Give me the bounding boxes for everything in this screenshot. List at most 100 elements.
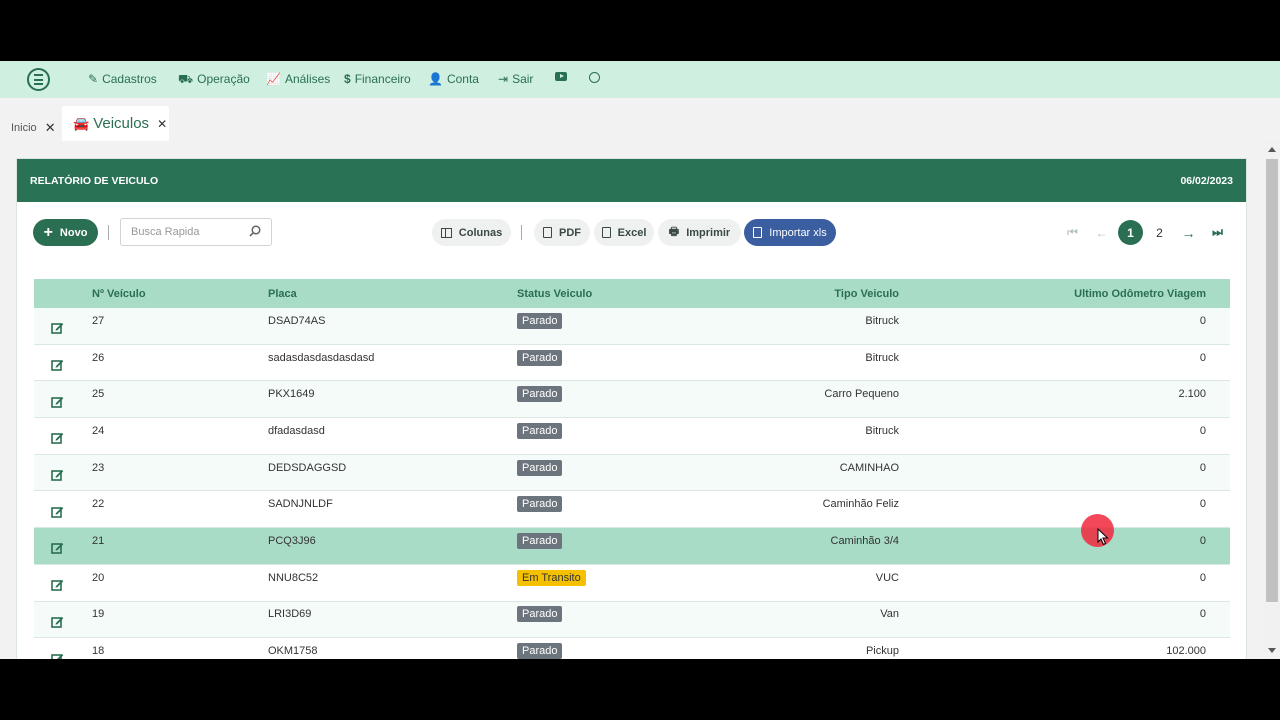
edit-icon[interactable] (50, 615, 64, 628)
scroll-thumb[interactable] (1266, 159, 1278, 602)
status-badge: Parado (517, 532, 563, 549)
nav-sair[interactable]: ⇥ Sair (498, 72, 533, 86)
prev-page-button[interactable]: ← (1089, 220, 1114, 245)
nav-operacao[interactable]: ⛟ Operação (178, 72, 250, 86)
table-row[interactable]: 22 SADNJNLDF Parado Caminhão Feliz 0 (34, 491, 1230, 529)
edit-cell (34, 574, 80, 591)
arrow-right-icon: → (1181, 224, 1196, 241)
cell-status: Parado (517, 312, 727, 329)
table-row[interactable]: 26 sadasdasdasdasdasd Parado Bitruck 0 (34, 345, 1230, 382)
cell-num: 25 (92, 388, 105, 401)
status-badge: Parado (517, 496, 563, 513)
page-1-button[interactable]: 1 (1118, 220, 1143, 245)
header-placa[interactable]: Placa (268, 288, 517, 300)
youtube-link[interactable] (555, 72, 567, 81)
report-card: RELATÓRIO DE VEICULO 06/02/2023 + Novo B… (16, 158, 1247, 659)
last-page-button[interactable]: ⏭ (1205, 220, 1230, 245)
truck-icon: ⛟ (178, 72, 194, 86)
edit-icon[interactable] (50, 358, 64, 371)
colunas-button[interactable]: Colunas (432, 219, 511, 246)
cell-status: Parado (517, 496, 727, 513)
edit-icon[interactable] (50, 505, 64, 518)
dollar-icon: $ (344, 72, 351, 86)
table-row[interactable]: 19 LRI3D69 Parado Van 0 (34, 601, 1230, 639)
logo[interactable] (27, 68, 50, 91)
sign-out-icon: ⇥ (498, 72, 509, 86)
edit-cell (34, 648, 80, 659)
table-row[interactable]: 24 dfadasdasd Parado Bitruck 0 (34, 418, 1230, 455)
search-input[interactable]: Busca Rapida (120, 218, 272, 246)
excel-label: Excel (617, 226, 647, 239)
user-gear-icon: 👤 (428, 72, 443, 86)
close-icon[interactable]: ✕ (45, 120, 56, 136)
edit-cell (34, 611, 80, 628)
header-odometro[interactable]: Ultimo Odômetro Viagem (899, 288, 1218, 300)
table-row[interactable]: 20 NNU8C52 Em Transito VUC 0 (34, 565, 1230, 602)
vehicle-table: Nº Veículo Placa Status Veiculo Tipo Vei… (34, 279, 1230, 659)
cell-odometro: 0 (1199, 424, 1206, 437)
cell-num: 23 (92, 461, 105, 474)
file-excel-icon (753, 227, 763, 238)
cell-num: 24 (92, 424, 105, 437)
status-badge: Parado (517, 386, 563, 403)
scrollbar[interactable] (1264, 141, 1280, 659)
table-row[interactable]: 21 PCQ3J96 Parado Caminhão 3/4 0 (34, 528, 1230, 565)
importar-xls-button[interactable]: Importar xls (744, 219, 836, 246)
table-row[interactable]: 25 PKX1649 Parado Carro Pequeno 2.100 (34, 381, 1230, 419)
cell-placa: DSAD74AS (268, 314, 326, 327)
cell-status: Parado (517, 606, 727, 623)
file-pdf-icon (543, 227, 552, 238)
imprimir-label: Imprimir (686, 226, 731, 239)
imprimir-button[interactable]: 🖶 Imprimir (658, 219, 741, 246)
page-2-button[interactable]: 2 (1147, 220, 1172, 245)
tab-inicio[interactable]: Inicio ✕ (11, 120, 56, 136)
nav-cadastros[interactable]: ✎ Cadastros (88, 72, 157, 86)
whatsapp-link[interactable] (589, 72, 600, 83)
cell-placa: LRI3D69 (268, 608, 312, 621)
nav-financeiro[interactable]: $ Financeiro (344, 72, 411, 86)
pdf-label: PDF (559, 226, 581, 239)
pdf-button[interactable]: PDF (534, 219, 590, 246)
cell-placa: SADNJNLDF (268, 498, 333, 511)
scroll-down-icon[interactable] (1268, 648, 1276, 653)
edit-icon[interactable] (50, 468, 64, 481)
tab-veiculos[interactable]: 🚘 Veiculos ✕ (62, 106, 169, 141)
cell-placa: PCQ3J96 (268, 534, 316, 547)
table-row[interactable]: 27 DSAD74AS Parado Bitruck 0 (34, 308, 1230, 345)
importar-label: Importar xls (769, 226, 827, 239)
cell-tipo: VUC (875, 571, 899, 584)
nav-conta[interactable]: 👤 Conta (428, 72, 479, 86)
next-page-button[interactable]: → (1176, 220, 1201, 245)
novo-button[interactable]: + Novo (33, 219, 98, 246)
cell-tipo: Caminhão 3/4 (830, 534, 900, 547)
edit-cell (34, 427, 80, 445)
excel-button[interactable]: Excel (594, 219, 654, 246)
cell-tipo: Pickup (865, 645, 899, 658)
edit-icon[interactable] (50, 395, 64, 408)
header-num[interactable]: Nº Veículo (80, 288, 268, 300)
divider (108, 225, 109, 240)
header-status[interactable]: Status Veiculo (517, 288, 727, 300)
colunas-label: Colunas (458, 226, 503, 239)
scroll-up-icon[interactable] (1268, 147, 1276, 152)
cell-placa: OKM1758 (268, 645, 318, 658)
edit-icon[interactable] (50, 652, 64, 659)
search-icon[interactable] (249, 224, 261, 240)
cell-odometro: 0 (1199, 351, 1206, 364)
status-badge: Em Transito (517, 569, 586, 586)
nav-analises[interactable]: 📈 Análises (266, 72, 330, 86)
edit-icon[interactable] (50, 431, 64, 445)
cell-tipo: Bitruck (865, 351, 899, 364)
edit-icon[interactable] (50, 321, 64, 335)
mouse-cursor-icon (1097, 527, 1109, 551)
first-page-button[interactable]: ⏮ (1060, 220, 1085, 245)
table-row[interactable]: 23 DEDSDAGGSD Parado CAMINHAO 0 (34, 454, 1230, 492)
header-tipo[interactable]: Tipo Veiculo (727, 288, 899, 300)
edit-icon[interactable] (50, 578, 64, 591)
status-badge: Parado (517, 349, 563, 366)
close-icon[interactable]: ✕ (157, 117, 167, 131)
table-row[interactable]: 18 OKM1758 Parado Pickup 102.000 (34, 638, 1230, 659)
nav-label: Financeiro (354, 72, 411, 86)
edit-cell (34, 391, 80, 408)
edit-icon[interactable] (50, 541, 64, 555)
